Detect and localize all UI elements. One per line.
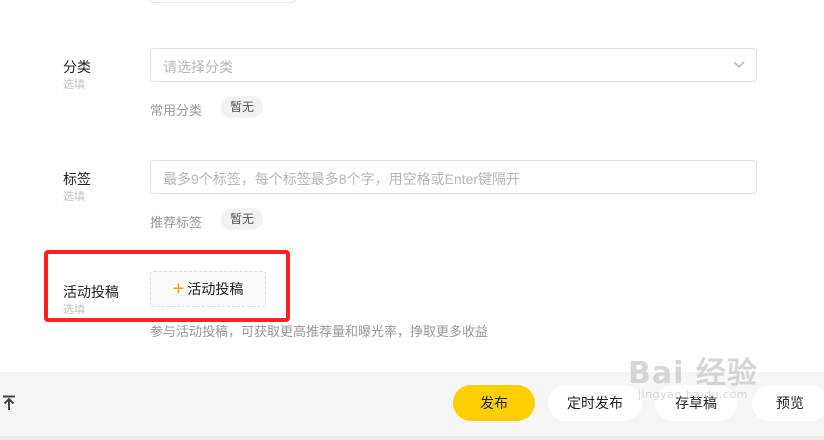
category-select[interactable]: 请选择分类 <box>150 48 757 82</box>
tags-optional-hint: 选填 <box>63 191 85 203</box>
tags-input-placeholder: 最多9个标签，每个标签最多8个字，用空格或Enter键隔开 <box>163 171 521 187</box>
back-to-top-icon[interactable] <box>2 395 16 411</box>
category-label: 分类 <box>63 59 91 75</box>
chevron-down-icon <box>733 61 745 69</box>
bottom-divider <box>0 436 824 440</box>
publish-button[interactable]: 发布 <box>453 385 535 421</box>
previous-field-edge <box>150 0 296 3</box>
recommended-tags-label: 推荐标签 <box>150 215 203 230</box>
preview-button[interactable]: 预览 <box>752 385 824 421</box>
baidu-jingyan-watermark: Bai 经验 jingyan.baidu.com <box>628 348 758 401</box>
category-optional-hint: 选填 <box>63 79 85 91</box>
tags-label: 标签 <box>63 171 91 187</box>
category-select-placeholder: 请选择分类 <box>163 59 233 75</box>
common-category-label: 常用分类 <box>150 103 203 118</box>
tags-input[interactable]: 最多9个标签，每个标签最多8个字，用空格或Enter键隔开 <box>150 160 757 194</box>
watermark-url: jingyan.baidu.com <box>638 388 749 401</box>
watermark-main: Bai 经验 <box>628 356 758 391</box>
common-category-chip: 暂无 <box>221 96 264 118</box>
activity-note: 参与活动投稿，可获取更高推荐量和曝光率，挣取更多收益 <box>150 324 489 339</box>
red-highlight-box <box>44 250 290 322</box>
recommended-tags-chip: 暂无 <box>221 208 264 230</box>
